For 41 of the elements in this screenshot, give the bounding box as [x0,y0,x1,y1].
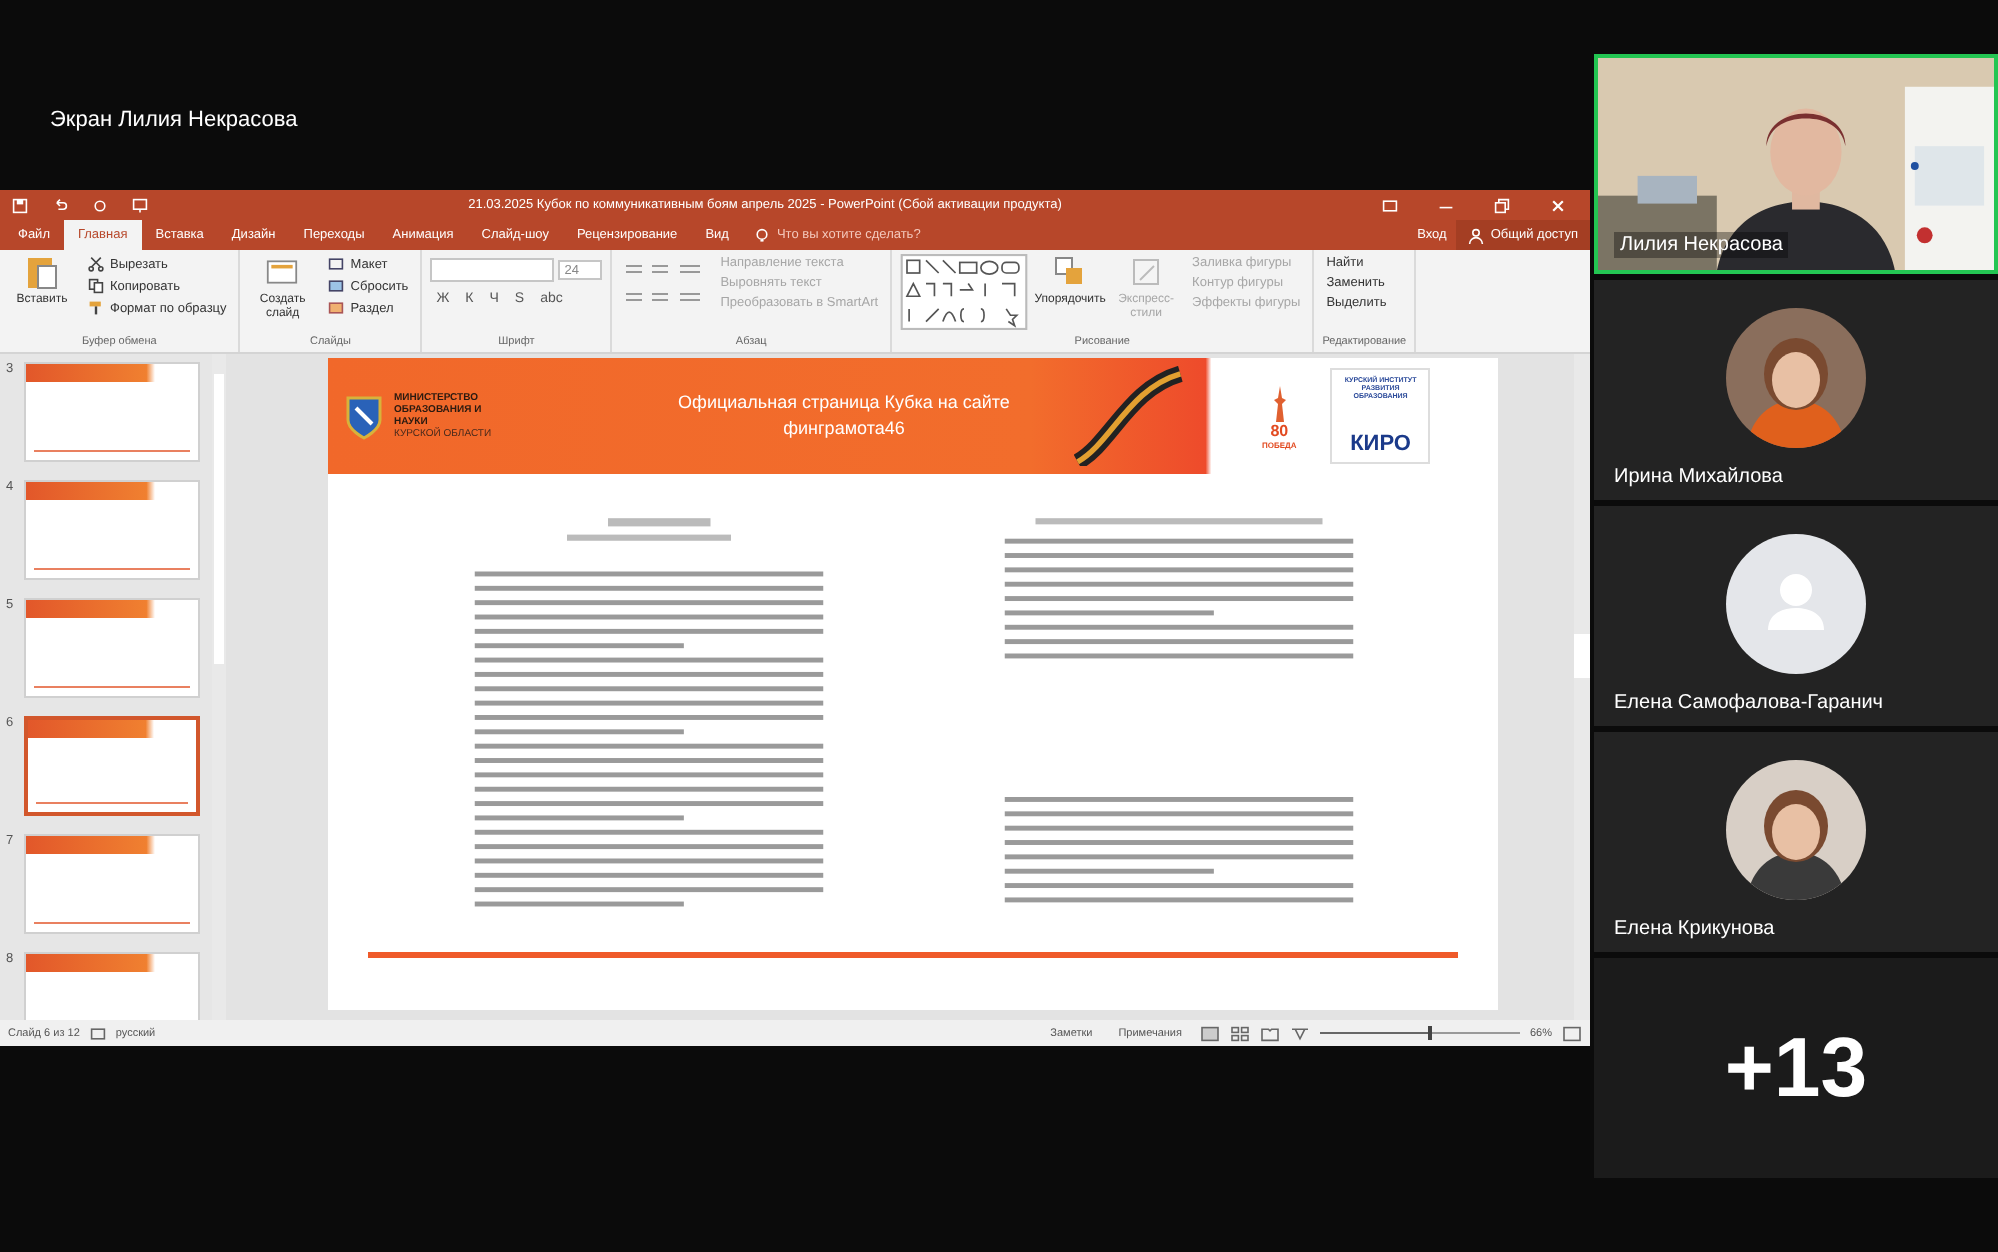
participant-tile[interactable]: Елена Крикунова [1594,732,1998,952]
ribbon-options-icon[interactable] [1382,197,1398,213]
presentation-icon[interactable] [132,197,148,213]
section-icon [328,300,345,316]
normal-view-icon[interactable] [1199,1025,1220,1041]
scrollbar[interactable] [1574,354,1590,1020]
copy-icon [88,278,104,294]
participant-count: +13 [1724,1020,1868,1116]
participant-name: Елена Самофалова-Гаранич [1614,692,1884,714]
brush-icon [88,300,104,316]
default-avatar-icon [1726,534,1866,674]
scissors-icon [88,256,104,272]
reset-icon [328,278,345,294]
undo-icon[interactable] [52,197,68,213]
participant-tile[interactable]: Ирина Михайлова [1594,280,1998,500]
save-icon[interactable] [12,197,28,213]
lightbulb-icon [754,227,771,243]
participant-tile[interactable]: Елена Самофалова-Гаранич [1594,506,1998,726]
ribbon-drawing [1074,366,1184,466]
monument-icon [1269,383,1290,423]
sorter-view-icon[interactable] [1229,1025,1250,1041]
fit-slide-icon[interactable] [1562,1025,1582,1041]
shapes-gallery[interactable] [900,254,1029,330]
restore-icon[interactable] [1494,197,1510,213]
reading-view-icon[interactable] [1259,1025,1280,1041]
anniversary-number: 80 [1270,423,1289,439]
more-participants-tile[interactable]: +13 [1594,958,1998,1178]
font-name-field[interactable] [430,258,555,282]
person-icon [1468,227,1485,243]
spellcheck-icon [89,1025,106,1041]
screen-share-label: Экран Лилия Некрасова [50,108,298,132]
slide-thumbnail[interactable] [24,716,200,816]
slide-title: Официальная страница Кубка на сайте финграмота46 [676,389,1012,442]
layout-icon [328,256,345,272]
institute-acronym: КИРО [1350,432,1411,456]
participant-name: Лилия Некрасова [1614,232,1789,258]
participant-name: Ирина Михайлова [1614,466,1783,488]
slideshow-icon[interactable] [1289,1025,1310,1041]
participant-tile[interactable]: Лилия Некрасова [1594,54,1998,274]
participant-name: Елена Крикунова [1614,918,1775,940]
close-icon[interactable] [1550,197,1566,213]
